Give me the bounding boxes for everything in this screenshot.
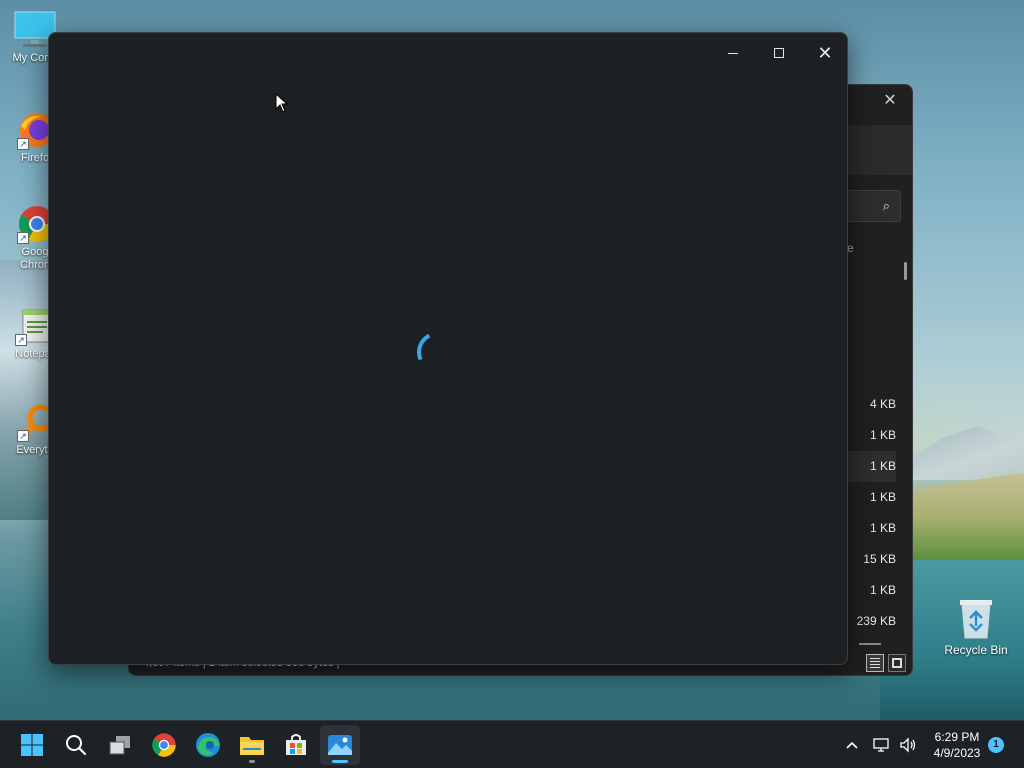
monitor-icon [13, 10, 56, 50]
search-icon [66, 735, 87, 756]
photos-app-window[interactable]: ✕ [48, 32, 848, 665]
taskbar: 6:29 PM 4/9/2023 1 [0, 720, 1024, 768]
taskbar-search-button[interactable] [56, 725, 96, 765]
recycle-bin-icon [960, 600, 992, 639]
task-view-icon [109, 736, 130, 755]
chrome-icon [152, 733, 176, 757]
clock-time: 6:29 PM [934, 730, 980, 744]
shortcut-arrow-icon: ↗ [15, 334, 27, 346]
mouse-cursor-icon [275, 93, 289, 113]
notepad-icon: ↗ [13, 306, 53, 346]
clock-date: 4/9/2023 [933, 746, 981, 760]
maximize-icon [774, 48, 784, 58]
task-view-button[interactable] [100, 725, 140, 765]
tiles-view-icon[interactable] [888, 654, 906, 672]
close-icon: ✕ [817, 43, 833, 63]
loading-spinner [411, 326, 463, 378]
recycle-bin-label: Recycle Bin [944, 643, 1008, 657]
view-mode-buttons [866, 654, 906, 672]
taskbar-chrome[interactable] [144, 725, 184, 765]
taskbar-store[interactable] [276, 725, 316, 765]
minimize-icon [728, 52, 738, 54]
close-button[interactable]: ✕ [802, 37, 848, 69]
taskbar-clock[interactable]: 6:29 PM 4/9/2023 [926, 729, 988, 761]
column-header-fragment: e [847, 241, 854, 255]
explorer-horizontal-scrollbar[interactable] [859, 643, 881, 645]
windows-logo-icon [21, 734, 43, 756]
start-button[interactable] [12, 725, 52, 765]
taskbar-photos[interactable] [320, 725, 360, 765]
folder-icon [240, 737, 264, 755]
store-icon [286, 734, 306, 755]
network-icon[interactable] [870, 733, 894, 757]
desktop-icon-recycle-bin[interactable]: Recycle Bin [938, 596, 1014, 657]
edge-icon [196, 733, 220, 757]
details-view-icon[interactable] [866, 654, 884, 672]
maximize-button[interactable] [756, 37, 802, 69]
shortcut-arrow-icon: ↗ [17, 430, 29, 442]
photos-icon [328, 735, 352, 755]
volume-icon[interactable] [896, 733, 920, 757]
taskbar-edge[interactable] [188, 725, 228, 765]
running-indicator [249, 760, 255, 763]
minimize-button[interactable] [710, 37, 756, 69]
notification-badge[interactable]: 1 [988, 737, 1004, 753]
show-hidden-icons-chevron-icon[interactable] [840, 733, 864, 757]
wallpaper-hills [900, 426, 1024, 480]
shortcut-arrow-icon: ↗ [17, 232, 29, 244]
explorer-scrollbar-thumb[interactable] [904, 262, 907, 280]
taskbar-file-explorer[interactable] [232, 725, 272, 765]
shortcut-arrow-icon: ↗ [17, 138, 29, 150]
running-indicator [332, 760, 348, 763]
search-icon: ⌕ [882, 198, 890, 213]
explorer-close-icon[interactable]: ✕ [878, 91, 902, 111]
